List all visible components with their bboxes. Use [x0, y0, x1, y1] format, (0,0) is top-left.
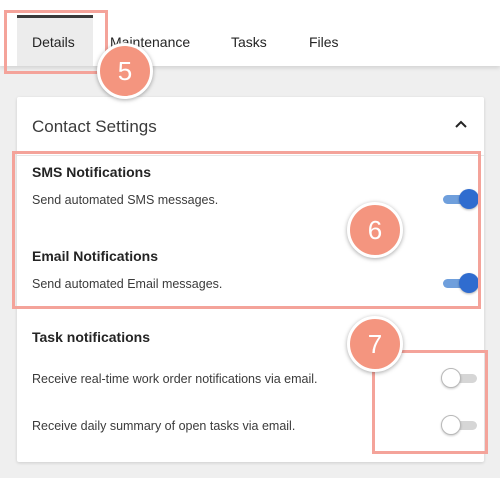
daily-summary-toggle[interactable]	[441, 415, 479, 435]
tab-tasks[interactable]: Tasks	[231, 34, 267, 50]
task-notifications-heading: Task notifications	[32, 329, 150, 345]
chevron-up-icon[interactable]	[452, 115, 470, 133]
email-notifications-heading: Email Notifications	[32, 248, 159, 264]
daily-summary-description: Receive daily summary of open tasks via …	[32, 419, 296, 433]
realtime-notifications-toggle[interactable]	[441, 368, 479, 388]
sms-notifications-toggle[interactable]	[441, 189, 479, 209]
contact-settings-card: Contact Settings SMS Notifications Send …	[17, 97, 484, 462]
tab-files[interactable]: Files	[309, 34, 339, 50]
email-notifications-toggle[interactable]	[441, 273, 479, 293]
card-title: Contact Settings	[32, 117, 157, 136]
sms-notifications-heading: SMS Notifications	[32, 164, 152, 180]
card-divider	[17, 155, 484, 156]
realtime-notifications-description: Receive real-time work order notificatio…	[32, 372, 318, 386]
callout-marker-6: 6	[347, 202, 403, 258]
tab-bar: Details Maintenance Tasks Files	[0, 0, 500, 66]
callout-marker-5: 5	[97, 43, 153, 99]
callout-marker-7: 7	[347, 316, 403, 372]
tab-details[interactable]: Details	[32, 34, 75, 50]
sms-notifications-description: Send automated SMS messages.	[32, 193, 219, 207]
email-notifications-description: Send automated Email messages.	[32, 277, 223, 291]
